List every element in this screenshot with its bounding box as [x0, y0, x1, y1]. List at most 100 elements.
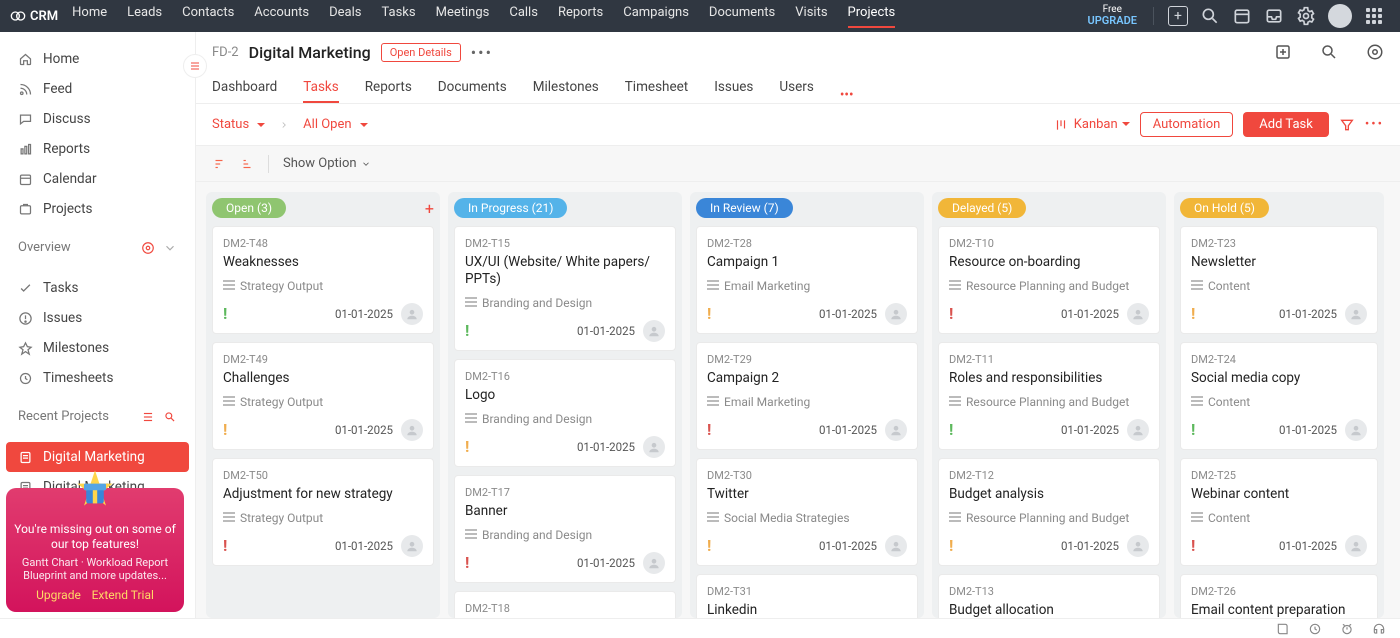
nav-accounts[interactable]: Accounts — [254, 5, 309, 28]
column-pill[interactable]: Open (3) — [212, 198, 286, 218]
task-card[interactable]: DM2-T49ChallengesStrategy Output!01-01-2… — [212, 342, 434, 450]
task-card[interactable]: DM2-T48WeaknessesStrategy Output!01-01-2… — [212, 226, 434, 334]
column-pill[interactable]: Delayed (5) — [938, 198, 1026, 218]
sort-asc-icon[interactable] — [212, 157, 226, 171]
task-card[interactable]: DM2-T24Social media copyContent!01-01-20… — [1180, 342, 1378, 450]
nav-leads[interactable]: Leads — [127, 5, 162, 28]
sidebar-item-home[interactable]: Home — [0, 44, 195, 74]
task-card[interactable]: DM2-T28Campaign 1Email Marketing!01-01-2… — [696, 226, 918, 334]
project-more-icon[interactable]: ••• — [471, 43, 493, 62]
history-icon[interactable] — [1308, 622, 1322, 636]
sidebar-item-feed[interactable]: Feed — [0, 74, 195, 104]
nav-campaigns[interactable]: Campaigns — [623, 5, 689, 28]
task-card[interactable]: DM2-T25Webinar contentContent!01-01-2025 — [1180, 458, 1378, 566]
sidebar-item-reports[interactable]: Reports — [0, 134, 195, 164]
assignee-avatar[interactable] — [885, 535, 907, 557]
headset-icon[interactable] — [1372, 622, 1386, 636]
task-card[interactable]: DM2-T18VideoBranding and Design!01-01-20… — [454, 591, 676, 619]
assignee-avatar[interactable] — [643, 552, 665, 574]
nav-reports[interactable]: Reports — [558, 5, 603, 28]
promo-extend-link[interactable]: Extend Trial — [92, 588, 154, 602]
sort-desc-icon[interactable] — [240, 157, 254, 171]
task-card[interactable]: DM2-T31LinkedinSocial Media Strategies!0… — [696, 574, 918, 618]
tab-users[interactable]: Users — [779, 79, 813, 103]
column-pill[interactable]: On Hold (5) — [1180, 198, 1269, 218]
open-details-button[interactable]: Open Details — [381, 43, 461, 62]
tab-reports[interactable]: Reports — [365, 79, 412, 103]
nav-home[interactable]: Home — [72, 5, 107, 28]
task-card[interactable]: DM2-T30TwitterSocial Media Strategies!01… — [696, 458, 918, 566]
assignee-avatar[interactable] — [401, 419, 423, 441]
assignee-avatar[interactable] — [885, 419, 907, 441]
sidebar-item-issues[interactable]: Issues — [0, 303, 195, 333]
search-icon[interactable] — [1200, 6, 1220, 26]
tab-timesheet[interactable]: Timesheet — [625, 79, 688, 103]
assignee-avatar[interactable] — [643, 436, 665, 458]
chevron-down-icon[interactable] — [163, 241, 177, 255]
gear-icon[interactable] — [141, 241, 155, 255]
status-dropdown[interactable]: Status — [212, 117, 265, 132]
assignee-avatar[interactable] — [401, 303, 423, 325]
task-card[interactable]: DM2-T17BannerBranding and Design!01-01-2… — [454, 475, 676, 583]
task-card[interactable]: DM2-T29Campaign 2Email Marketing!01-01-2… — [696, 342, 918, 450]
settings-proj-icon[interactable] — [1366, 43, 1384, 61]
tab-documents[interactable]: Documents — [438, 79, 507, 103]
search-small-icon[interactable] — [163, 410, 177, 424]
nav-documents[interactable]: Documents — [709, 5, 775, 28]
user-avatar[interactable] — [1328, 4, 1352, 28]
view-kanban-dropdown[interactable]: Kanban — [1054, 117, 1130, 132]
inbox-icon[interactable] — [1264, 6, 1284, 26]
nav-projects[interactable]: Projects — [848, 5, 896, 28]
assignee-avatar[interactable] — [885, 303, 907, 325]
assignee-avatar[interactable] — [401, 535, 423, 557]
assignee-avatar[interactable] — [1345, 535, 1367, 557]
assignee-avatar[interactable] — [1127, 419, 1149, 441]
filter-more-icon[interactable]: ••• — [1365, 117, 1384, 132]
assignee-avatar[interactable] — [1345, 419, 1367, 441]
nav-visits[interactable]: Visits — [795, 5, 827, 28]
add-task-button[interactable]: Add Task — [1243, 112, 1329, 137]
task-card[interactable]: DM2-T23NewsletterContent!01-01-2025 — [1180, 226, 1378, 334]
tab-milestones[interactable]: Milestones — [533, 79, 599, 103]
brand[interactable]: CRM — [10, 8, 58, 24]
nav-contacts[interactable]: Contacts — [182, 5, 234, 28]
add-panel-icon[interactable] — [1274, 43, 1292, 61]
search-proj-icon[interactable] — [1320, 43, 1338, 61]
task-card[interactable]: DM2-T26Email content preparationContent!… — [1180, 574, 1378, 618]
sidebar-item-calendar[interactable]: Calendar — [0, 164, 195, 194]
tab-more-icon[interactable]: ••• — [840, 87, 854, 103]
allopen-dropdown[interactable]: All Open — [303, 117, 367, 132]
automation-button[interactable]: Automation — [1140, 112, 1234, 137]
tab-tasks[interactable]: Tasks — [303, 79, 338, 103]
add-icon[interactable]: + — [1168, 6, 1188, 26]
task-card[interactable]: DM2-T13Budget allocationResource Plannin… — [938, 574, 1160, 618]
apps-icon[interactable] — [1364, 6, 1384, 26]
sidebar-item-discuss[interactable]: Discuss — [0, 104, 195, 134]
sidebar-collapse-icon[interactable] — [183, 54, 207, 78]
nav-calls[interactable]: Calls — [509, 5, 538, 28]
sidebar-item-tasks[interactable]: Tasks — [0, 273, 195, 303]
nav-tasks[interactable]: Tasks — [381, 5, 415, 28]
task-card[interactable]: DM2-T11Roles and responsibilitiesResourc… — [938, 342, 1160, 450]
column-pill[interactable]: In Review (7) — [696, 198, 793, 218]
add-card-icon[interactable]: + — [425, 199, 434, 218]
nav-meetings[interactable]: Meetings — [436, 5, 490, 28]
upgrade-promo[interactable]: Free UPGRADE — [1088, 4, 1137, 27]
assignee-avatar[interactable] — [1127, 303, 1149, 325]
assignee-avatar[interactable] — [1127, 535, 1149, 557]
show-option-dropdown[interactable]: Show Option — [283, 156, 371, 171]
assignee-avatar[interactable] — [1345, 303, 1367, 325]
nav-deals[interactable]: Deals — [329, 5, 361, 28]
column-pill[interactable]: In Progress (21) — [454, 198, 567, 218]
sidebar-item-timesheets[interactable]: Timesheets — [0, 363, 195, 393]
task-card[interactable]: DM2-T12Budget analysisResource Planning … — [938, 458, 1160, 566]
task-card[interactable]: DM2-T50Adjustment for new strategyStrate… — [212, 458, 434, 566]
task-card[interactable]: DM2-T10Resource on-boardingResource Plan… — [938, 226, 1160, 334]
sidebar-item-projects[interactable]: Projects — [0, 194, 195, 224]
alarm-icon[interactable] — [1340, 622, 1354, 636]
task-card[interactable]: DM2-T15UX/UI (Website/ White papers/ PPT… — [454, 226, 676, 351]
settings-icon[interactable] — [1296, 6, 1316, 26]
promo-upgrade-link[interactable]: Upgrade — [36, 588, 81, 602]
sliders-icon[interactable] — [141, 410, 155, 424]
sidebar-item-milestones[interactable]: Milestones — [0, 333, 195, 363]
